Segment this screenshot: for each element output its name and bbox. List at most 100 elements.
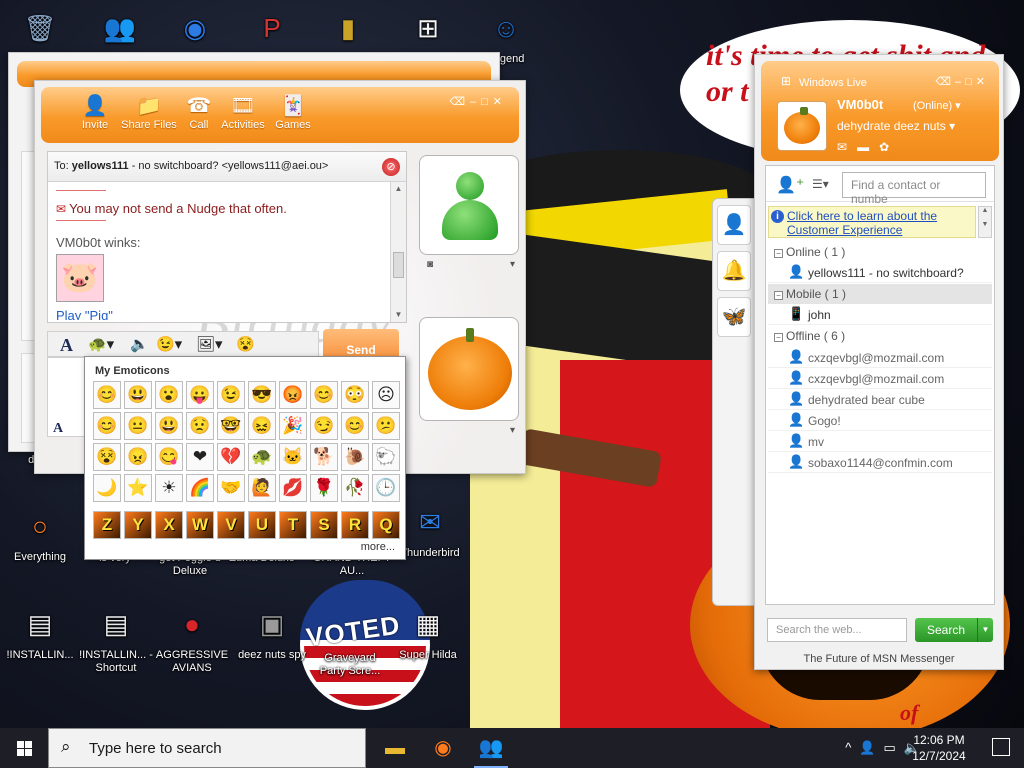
- close-icon[interactable]: ✕: [976, 76, 989, 88]
- recipient-name[interactable]: yellows111: [72, 160, 129, 172]
- find-contact-input[interactable]: Find a contact or numbe: [842, 172, 986, 206]
- emoticon-cell[interactable]: 😊: [341, 412, 369, 440]
- messenger-tray-icon[interactable]: 👤: [859, 740, 883, 755]
- self-display-picture[interactable]: [419, 317, 519, 421]
- letter-emoticon[interactable]: U: [248, 511, 276, 539]
- emoticon-cell[interactable]: 🤓: [217, 412, 245, 440]
- desktop-icon[interactable]: ▣ deez nuts spy: [232, 602, 312, 662]
- letter-emoticon[interactable]: V: [217, 511, 245, 539]
- contact-offline-5[interactable]: 👤 sobaxo1144@confmin.com: [768, 452, 992, 473]
- messenger-buddy-icon[interactable]: 👤: [717, 205, 751, 245]
- contact-display-picture[interactable]: [419, 155, 519, 255]
- emoticon-cell[interactable]: 🐑: [372, 443, 400, 471]
- collapse-icon[interactable]: −: [774, 333, 783, 342]
- emoticon-cell[interactable]: ❤: [186, 443, 214, 471]
- activities-button[interactable]: 🎞 Activities: [215, 93, 271, 131]
- emoticon-cell[interactable]: 😊: [93, 381, 121, 409]
- emoticon-cell[interactable]: 🕒: [372, 474, 400, 502]
- window-controls[interactable]: ⌫–□✕: [449, 95, 507, 108]
- scroll-thumb[interactable]: [393, 252, 404, 278]
- webcam-icon[interactable]: ◙: [427, 259, 433, 270]
- emoticon-cell[interactable]: 🤝: [217, 474, 245, 502]
- group-online[interactable]: − Online ( 1 ): [768, 242, 992, 262]
- group-offline[interactable]: − Offline ( 6 ): [768, 326, 992, 346]
- pig-wink-icon[interactable]: 🐷: [56, 254, 104, 302]
- msn-butterfly-icon[interactable]: ✿: [879, 140, 899, 154]
- background-menu-icon[interactable]: 🖼▾: [196, 335, 223, 355]
- emoticon-cell[interactable]: ☀: [155, 474, 183, 502]
- emoticon-cell[interactable]: 💔: [217, 443, 245, 471]
- wink-menu-icon[interactable]: 😉▾: [156, 335, 182, 355]
- invite-button[interactable]: 👤 Invite: [67, 93, 123, 131]
- emoticon-cell[interactable]: 🐌: [341, 443, 369, 471]
- emoticon-menu-icon[interactable]: 🐢▾: [88, 335, 114, 355]
- emoticon-cell[interactable]: 😃: [124, 381, 152, 409]
- letter-emoticon[interactable]: Z: [93, 511, 121, 539]
- emoticon-cell[interactable]: 💋: [279, 474, 307, 502]
- web-search-input[interactable]: Search the web...: [767, 618, 907, 642]
- desktop-icon[interactable]: ◉: [155, 6, 235, 53]
- emoticon-cell[interactable]: 🙋: [248, 474, 276, 502]
- emoticon-cell[interactable]: 😡: [279, 381, 307, 409]
- letter-emoticon[interactable]: T: [279, 511, 307, 539]
- banner-scrollbar[interactable]: ▲ ▼: [978, 206, 992, 238]
- letter-emoticon[interactable]: X: [155, 511, 183, 539]
- contact-offline-2[interactable]: 👤 dehydrated bear cube: [768, 389, 992, 410]
- group-mobile[interactable]: − Mobile ( 1 ): [768, 284, 992, 304]
- emoticon-cell[interactable]: ☹: [372, 381, 400, 409]
- desktop-icon[interactable]: ⊞: [388, 6, 468, 53]
- mail-icon[interactable]: ✉: [837, 140, 857, 154]
- firefox-taskbar-icon[interactable]: ◉: [420, 728, 466, 768]
- letter-emoticon[interactable]: R: [341, 511, 369, 539]
- contact-offline-4[interactable]: 👤 mv: [768, 431, 992, 452]
- font-icon[interactable]: A: [60, 335, 73, 355]
- contact-online-0[interactable]: 👤 yellows111 - no switchboard?: [768, 262, 992, 283]
- folder-icon[interactable]: ▬: [857, 140, 879, 154]
- emoticon-cell[interactable]: 🐕: [310, 443, 338, 471]
- desktop-icon[interactable]: P: [232, 6, 312, 53]
- emoticon-cell[interactable]: 😟: [186, 412, 214, 440]
- emoticon-cell[interactable]: 🌹: [310, 474, 338, 502]
- notification-icon[interactable]: [992, 738, 1010, 756]
- file-explorer-taskbar-icon[interactable]: ▬: [372, 728, 418, 768]
- butterfly-icon[interactable]: 🦋: [717, 297, 751, 337]
- contact-picture-menu[interactable]: ◙ ▾: [419, 259, 519, 277]
- desktop-icon[interactable]: ● AGGRESSIVE AVIANS: [152, 602, 232, 675]
- scroll-down-icon[interactable]: ▼: [391, 308, 406, 322]
- self-display-name[interactable]: VM0b0t: [837, 97, 883, 112]
- letter-emoticon[interactable]: Y: [124, 511, 152, 539]
- desktop-icon[interactable]: ▮: [308, 6, 388, 53]
- block-icon[interactable]: ⊘: [382, 158, 400, 176]
- self-avatar[interactable]: [777, 101, 827, 151]
- emoticon-cell[interactable]: 🐢: [248, 443, 276, 471]
- chevron-down-icon[interactable]: ▾: [510, 425, 515, 436]
- emoticon-cell[interactable]: 😊: [310, 381, 338, 409]
- emoticon-cell[interactable]: 🎉: [279, 412, 307, 440]
- window-controls[interactable]: ⌫–□✕: [935, 75, 989, 88]
- pin-icon[interactable]: ⌫: [449, 96, 470, 108]
- letter-emoticon[interactable]: S: [310, 511, 338, 539]
- play-wink-link[interactable]: Play "Pig": [56, 308, 386, 320]
- letter-emoticon[interactable]: Q: [372, 511, 400, 539]
- taskbar-search-box[interactable]: ⌕ Type here to search: [48, 728, 366, 768]
- emoticon-cell[interactable]: 🥀: [341, 474, 369, 502]
- emoticon-cell[interactable]: 😉: [217, 381, 245, 409]
- desktop-icon[interactable]: ▤ !INSTALLIN...: [0, 602, 80, 662]
- web-search-button[interactable]: Search ▼: [915, 618, 993, 642]
- nudge-icon[interactable]: 😵: [236, 335, 255, 355]
- emoticon-cell[interactable]: 😊: [93, 412, 121, 440]
- emoticon-cell[interactable]: 🌙: [93, 474, 121, 502]
- emoticon-cell[interactable]: 🌈: [186, 474, 214, 502]
- minimize-icon[interactable]: –: [955, 76, 965, 88]
- contact-list-window[interactable]: ⊞ Windows Live ⌫–□✕ VM0b0t (Online) ▾ de…: [754, 54, 1004, 670]
- emoticon-cell[interactable]: 😵: [93, 443, 121, 471]
- bell-icon[interactable]: 🔔: [717, 251, 751, 291]
- emoticon-cell[interactable]: 😎: [248, 381, 276, 409]
- chevron-up-icon[interactable]: ^: [845, 740, 859, 755]
- emoticon-cell[interactable]: 😐: [124, 412, 152, 440]
- history-scrollbar[interactable]: ▲ ▼: [390, 182, 406, 322]
- self-picture-menu[interactable]: ▾: [419, 425, 519, 443]
- desktop-icon[interactable]: ▤ !INSTALLIN... - Shortcut: [76, 602, 156, 675]
- maximize-icon[interactable]: □: [965, 76, 976, 88]
- emoticon-cell[interactable]: 😋: [155, 443, 183, 471]
